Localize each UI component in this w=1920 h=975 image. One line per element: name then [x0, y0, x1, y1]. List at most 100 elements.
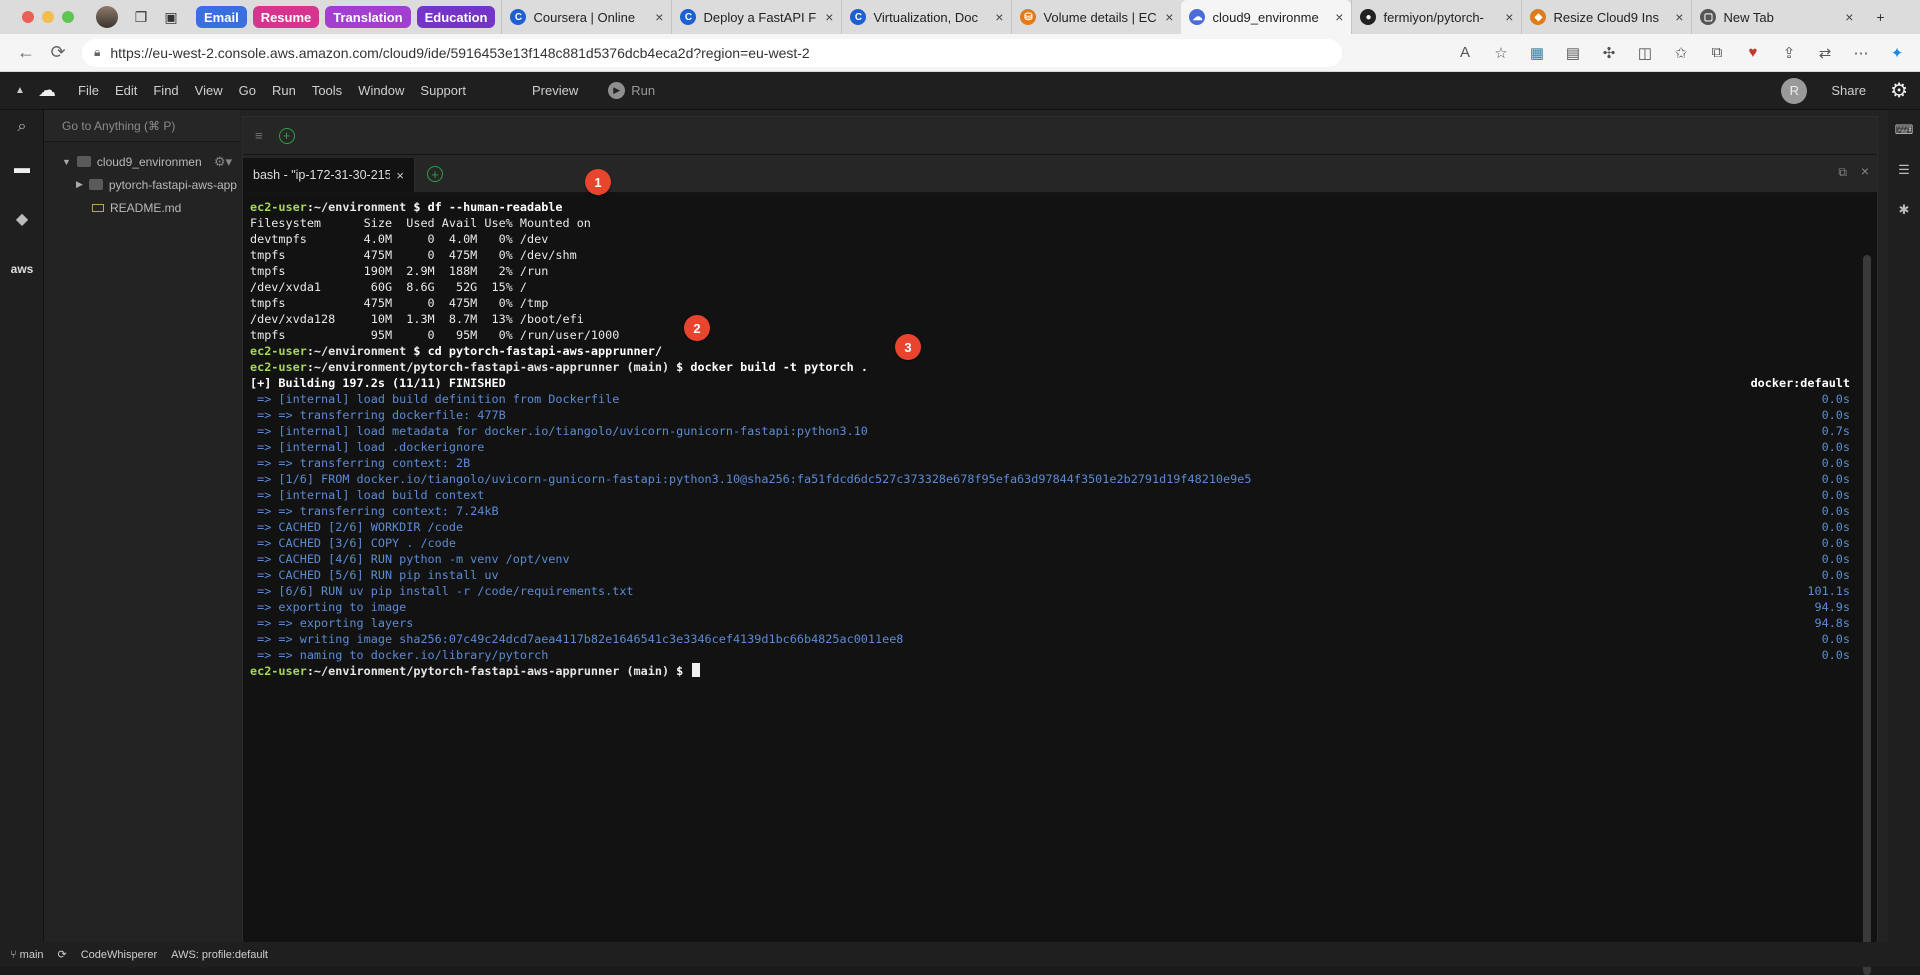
debugger-icon[interactable]: ✱: [1888, 190, 1920, 230]
search-icon[interactable]: ⌕: [0, 110, 44, 144]
share-button[interactable]: Share: [1823, 83, 1874, 98]
minimize-window-button[interactable]: [42, 11, 54, 23]
aws-toolkit-icon[interactable]: aws: [0, 244, 44, 294]
chat-icon[interactable]: ⌨: [1888, 110, 1920, 150]
tree-folder[interactable]: ▶ pytorch-fastapi-aws-app: [44, 173, 240, 196]
browser-tab[interactable]: C Deploy a FastAPI F ×: [671, 0, 841, 34]
branch-status[interactable]: ⑂ main: [10, 949, 44, 961]
share-icon[interactable]: ⇪: [1774, 38, 1804, 68]
close-tab-icon[interactable]: ×: [1675, 9, 1683, 25]
menu-item-view[interactable]: View: [187, 83, 231, 98]
browser-toolbar: A ☆ ▦ ▤ ✣ ◫ ✩ ⧉ ♥ ⇪ ⇄ ⋯ ✦: [1450, 38, 1912, 68]
codewhisperer-status[interactable]: CodeWhisperer: [81, 949, 157, 961]
terminal-tab[interactable]: bash - "ip-172-31-30-215. ×: [243, 158, 415, 192]
tab-group-0[interactable]: Email: [196, 6, 247, 28]
browser-tab[interactable]: ◆ Resize Cloud9 Ins ×: [1521, 0, 1691, 34]
build-step-text: => CACHED [5/6] RUN pip install uv: [250, 568, 499, 582]
source-control-icon[interactable]: ◆: [0, 194, 44, 244]
back-arrow-icon[interactable]: ←: [10, 37, 42, 69]
more-options-icon[interactable]: ⋯: [1846, 38, 1876, 68]
split-screen-icon[interactable]: ◫: [1630, 38, 1660, 68]
menu-item-run[interactable]: Run: [264, 83, 304, 98]
tree-file[interactable]: README.md: [44, 196, 240, 219]
menu-item-go[interactable]: Go: [231, 83, 264, 98]
close-window-button[interactable]: [22, 11, 34, 23]
close-tab-icon[interactable]: ×: [995, 9, 1003, 25]
menu-item-edit[interactable]: Edit: [107, 83, 145, 98]
build-step-text: => [internal] load .dockerignore: [250, 440, 485, 454]
environment-folder-icon[interactable]: ▬: [0, 144, 44, 194]
terminal-scrollbar[interactable]: [1863, 255, 1871, 975]
lock-icon: 🔒︎: [94, 45, 101, 59]
menu-right: R Share ⚙: [1781, 77, 1908, 104]
tab-title: Coursera | Online: [533, 9, 636, 25]
tab-group-2[interactable]: Translation: [325, 6, 411, 28]
browser-tab[interactable]: ☁ cloud9_environme ×: [1181, 0, 1352, 34]
browser-tab[interactable]: ● fermiyon/pytorch- ×: [1351, 0, 1521, 34]
tab-title: Volume details | EC: [1043, 9, 1157, 25]
build-step-time: 94.9s: [1814, 600, 1850, 614]
sync-icon[interactable]: ⟳: [58, 948, 67, 961]
favorites-icon[interactable]: ✩: [1666, 38, 1696, 68]
browser-tab[interactable]: C Coursera | Online ×: [501, 0, 671, 34]
copilot-icon[interactable]: ✦: [1882, 38, 1912, 68]
close-tab-icon[interactable]: ×: [1165, 9, 1173, 25]
vertical-tabs-icon[interactable]: ▣: [160, 6, 182, 28]
new-editor-tab-icon[interactable]: +: [278, 127, 295, 144]
tab-favicon-icon: ◆: [1530, 9, 1547, 25]
menu-item-file[interactable]: File: [70, 83, 107, 98]
close-pane-icon[interactable]: ×: [1861, 163, 1869, 179]
tree-root[interactable]: ▼ cloud9_environmen ⚙▾: [44, 150, 240, 173]
user-avatar[interactable]: R: [1781, 77, 1808, 104]
popout-icon[interactable]: ⧉: [1838, 165, 1847, 180]
build-step-time: 0.0s: [1821, 504, 1850, 518]
browser-tab[interactable]: ⛁ Volume details | EC ×: [1011, 0, 1181, 34]
extensions-puzzle-icon[interactable]: ✣: [1594, 38, 1624, 68]
browser-tab[interactable]: ▢ New Tab ×: [1691, 0, 1861, 34]
collections-icon[interactable]: ⧉: [1702, 38, 1732, 68]
preview-button[interactable]: Preview: [524, 83, 586, 98]
menu-item-window[interactable]: Window: [350, 83, 412, 98]
terminal-output[interactable]: ec2-user:~/environment $ df --human-read…: [243, 193, 1853, 949]
tab-group-3[interactable]: Education: [416, 6, 496, 28]
read-aloud-icon[interactable]: A: [1450, 38, 1480, 68]
workspaces-icon[interactable]: ❐: [130, 6, 152, 28]
tree-file-label: README.md: [110, 200, 182, 215]
extension-icon[interactable]: ▦: [1522, 38, 1552, 68]
close-tab-icon[interactable]: ×: [1505, 9, 1513, 25]
favorite-star-icon[interactable]: ☆: [1486, 38, 1516, 68]
tab-favicon-icon: ☁: [1189, 9, 1206, 25]
close-tab-icon[interactable]: ×: [825, 9, 833, 25]
go-to-anything-input[interactable]: Go to Anything (⌘ P): [44, 110, 240, 142]
maximize-window-button[interactable]: [62, 11, 74, 23]
close-tab-icon[interactable]: ×: [396, 168, 404, 183]
aws-profile-status[interactable]: AWS: profile:default: [171, 949, 268, 961]
performance-icon[interactable]: ♥: [1738, 38, 1768, 68]
new-terminal-tab-icon[interactable]: +: [427, 166, 443, 182]
tree-settings-gear-icon[interactable]: ⚙▾: [214, 154, 232, 170]
settings-gear-icon[interactable]: ⚙: [1890, 78, 1908, 103]
reading-view-icon[interactable]: ▤: [1558, 38, 1588, 68]
browser-profile-avatar[interactable]: [96, 6, 118, 28]
browser-tab[interactable]: C Virtualization, Doc ×: [841, 0, 1011, 34]
outline-icon[interactable]: ☰: [1888, 150, 1920, 190]
df-output-line: /dev/xvda128 10M 1.3M 8.7M 13% /boot/efi: [250, 312, 584, 326]
url-field[interactable]: 🔒︎ https://eu-west-2.console.aws.amazon.…: [82, 38, 1342, 67]
terminal-line: ec2-user:~/environment $ df --human-read…: [250, 199, 1853, 215]
menu-item-find[interactable]: Find: [145, 83, 186, 98]
hamburger-menu-icon[interactable]: ≡: [255, 128, 263, 143]
build-step-time: 0.0s: [1821, 520, 1850, 534]
close-tab-icon[interactable]: ×: [655, 9, 663, 25]
refresh-icon[interactable]: ⟳: [42, 37, 74, 69]
editor-area: ≡ + bash - "ip-172-31-30-215. × + ⧉ × ec…: [242, 116, 1878, 975]
close-tab-icon[interactable]: ×: [1335, 9, 1343, 25]
run-button[interactable]: ▶ Run: [608, 82, 655, 99]
profile-sync-icon[interactable]: ⇄: [1810, 38, 1840, 68]
menu-item-support[interactable]: Support: [412, 83, 474, 98]
menu-item-tools[interactable]: Tools: [304, 83, 350, 98]
new-tab-icon[interactable]: +: [1869, 6, 1891, 28]
tab-group-1[interactable]: Resume: [252, 6, 320, 28]
close-tab-icon[interactable]: ×: [1845, 9, 1853, 25]
collapse-menu-icon[interactable]: ▲: [8, 85, 32, 96]
build-step-time: 0.0s: [1821, 488, 1850, 502]
